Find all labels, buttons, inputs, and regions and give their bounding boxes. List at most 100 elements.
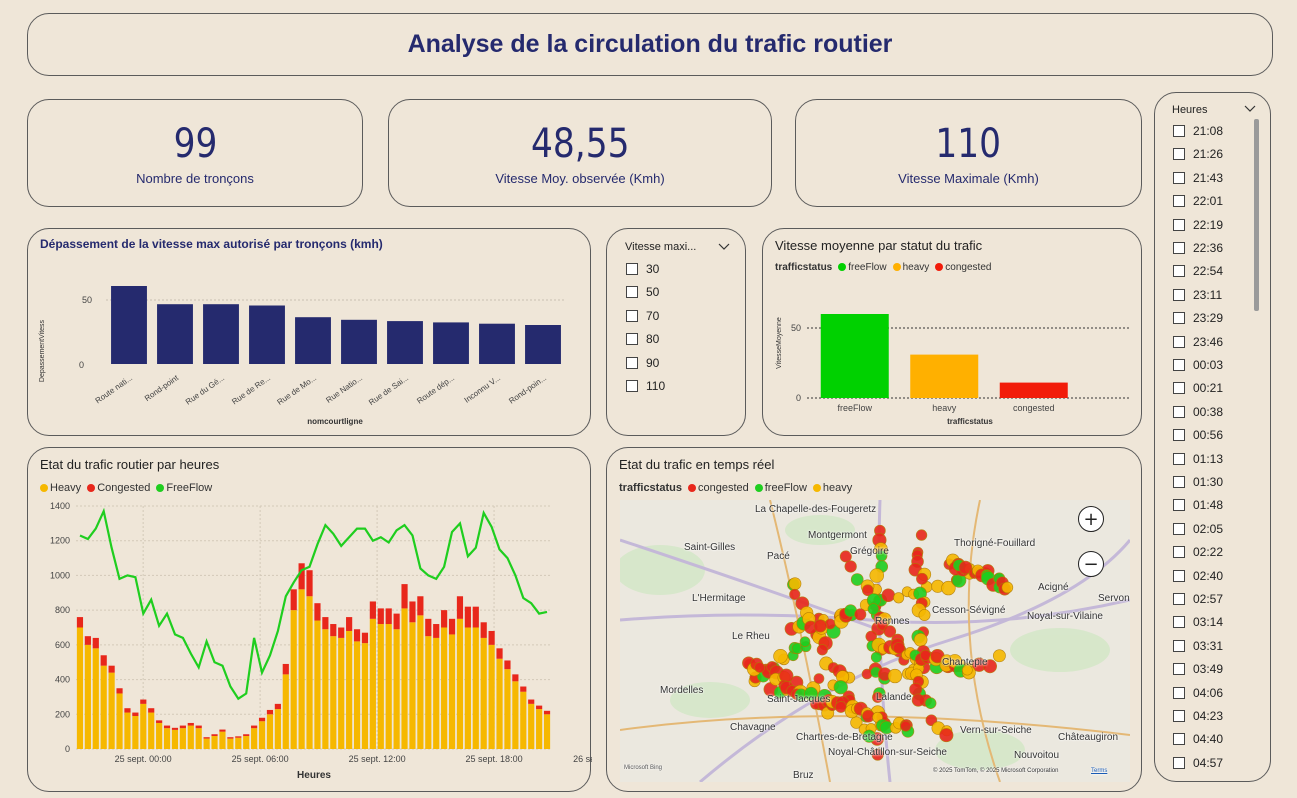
heures-slicer[interactable]: Heures 21:08 21:26 21:43 22:01 22:19 22:36 22:… bbox=[1154, 92, 1271, 782]
traffic-point[interactable] bbox=[869, 568, 885, 583]
checkbox[interactable] bbox=[1173, 195, 1185, 208]
checkbox[interactable] bbox=[1173, 265, 1185, 278]
heavy-bar[interactable] bbox=[409, 622, 416, 749]
congested-bar[interactable] bbox=[124, 708, 131, 713]
heavy-bar[interactable] bbox=[211, 735, 218, 749]
hour-option[interactable]: 03:14 bbox=[1173, 615, 1223, 629]
checkbox[interactable] bbox=[626, 380, 638, 392]
heavy-bar[interactable] bbox=[480, 637, 487, 749]
vitesse-max-slicer[interactable]: Vitesse maxi... 30 50 70 80 90 110 bbox=[606, 228, 746, 436]
terms-link[interactable]: Terms bbox=[1091, 768, 1107, 774]
checkbox[interactable] bbox=[1173, 359, 1185, 371]
heavy-bar[interactable] bbox=[417, 615, 424, 749]
bar[interactable] bbox=[203, 304, 239, 364]
heavy-bar[interactable] bbox=[156, 722, 163, 749]
congested-bar[interactable] bbox=[227, 737, 234, 739]
zoom-out-button[interactable]: − bbox=[1078, 551, 1104, 577]
hour-option[interactable]: 02:40 bbox=[1173, 569, 1223, 583]
checkbox[interactable] bbox=[1173, 546, 1185, 559]
heavy-bar[interactable] bbox=[148, 712, 155, 749]
bar[interactable] bbox=[157, 304, 193, 364]
congested-bar[interactable] bbox=[266, 709, 274, 715]
checkbox[interactable] bbox=[1173, 148, 1185, 161]
hour-option[interactable]: 00:56 bbox=[1173, 428, 1223, 442]
congested-bar[interactable] bbox=[409, 601, 416, 623]
heavy-bar[interactable] bbox=[353, 641, 361, 749]
checkbox[interactable] bbox=[626, 263, 638, 275]
heavy-bar[interactable] bbox=[84, 644, 91, 749]
bar[interactable] bbox=[525, 325, 561, 364]
heavy-bar[interactable] bbox=[100, 665, 107, 749]
checkbox[interactable] bbox=[1173, 756, 1185, 769]
heavy-bar[interactable] bbox=[203, 738, 210, 749]
traffic-point[interactable] bbox=[835, 701, 847, 713]
traffic-point[interactable] bbox=[924, 697, 937, 709]
hour-option[interactable]: 04:23 bbox=[1173, 709, 1223, 723]
heavy-bar[interactable] bbox=[282, 674, 289, 749]
congested-bar[interactable] bbox=[417, 596, 424, 616]
checkbox[interactable] bbox=[1173, 382, 1185, 395]
checkbox[interactable] bbox=[1173, 242, 1185, 254]
checkbox[interactable] bbox=[1173, 710, 1185, 722]
checkbox[interactable] bbox=[1173, 312, 1185, 325]
congested-bar[interactable] bbox=[243, 734, 250, 736]
heavy-bar[interactable] bbox=[92, 648, 99, 749]
hour-option[interactable]: 21:26 bbox=[1173, 147, 1223, 161]
congested-bar[interactable] bbox=[369, 601, 376, 619]
checkbox[interactable] bbox=[1173, 593, 1185, 605]
congested-bar[interactable] bbox=[108, 665, 115, 673]
traffic-point[interactable] bbox=[939, 728, 954, 743]
heavy-bar[interactable] bbox=[258, 721, 266, 749]
hour-option[interactable]: 04:40 bbox=[1173, 732, 1223, 746]
congested-bar[interactable] bbox=[488, 630, 495, 645]
congested-bar[interactable] bbox=[290, 589, 297, 611]
traffic-point[interactable] bbox=[813, 619, 827, 633]
hour-option[interactable]: 02:57 bbox=[1173, 592, 1223, 606]
checkbox[interactable] bbox=[1173, 429, 1185, 442]
congested-bar[interactable] bbox=[425, 618, 432, 637]
heavy-bar[interactable] bbox=[227, 738, 234, 749]
checkbox[interactable] bbox=[1173, 733, 1185, 746]
congested-bar[interactable] bbox=[520, 686, 527, 692]
heavy-bar[interactable] bbox=[401, 608, 408, 749]
congested-bar[interactable] bbox=[282, 663, 289, 675]
congested-bar[interactable] bbox=[84, 636, 91, 645]
heavy-bar[interactable] bbox=[179, 728, 186, 749]
traffic-point[interactable] bbox=[992, 649, 1006, 663]
congested-bar[interactable] bbox=[377, 608, 384, 625]
congested-bar[interactable] bbox=[338, 627, 345, 638]
hour-option[interactable]: 01:48 bbox=[1173, 498, 1223, 512]
congested-bar[interactable] bbox=[464, 606, 471, 628]
congested-bar[interactable] bbox=[140, 699, 147, 704]
hour-option[interactable]: 23:46 bbox=[1173, 335, 1223, 349]
heavy-bar[interactable] bbox=[235, 737, 242, 749]
bar[interactable] bbox=[295, 317, 331, 364]
heavy-bar[interactable] bbox=[140, 703, 147, 749]
congested-bar[interactable] bbox=[504, 660, 511, 670]
traffic-point[interactable] bbox=[816, 644, 828, 656]
heavy-bar[interactable] bbox=[274, 709, 281, 749]
congested-bar[interactable] bbox=[274, 703, 281, 710]
congested-bar[interactable] bbox=[536, 705, 543, 710]
traffic-point[interactable] bbox=[887, 668, 903, 684]
congested-bar[interactable] bbox=[163, 725, 171, 729]
heavy-bar[interactable] bbox=[132, 716, 139, 749]
traffic-point[interactable] bbox=[915, 529, 928, 541]
traffic-point[interactable] bbox=[918, 609, 931, 621]
traffic-map[interactable]: La Chapelle-des-Fougeretz Montgermont Sain… bbox=[620, 500, 1130, 782]
speed-option[interactable]: 70 bbox=[626, 309, 659, 323]
heavy-bar[interactable] bbox=[243, 735, 250, 749]
congested-bar[interactable] bbox=[456, 596, 464, 619]
congested-bar[interactable] bbox=[353, 629, 361, 642]
congested-bar[interactable] bbox=[219, 729, 226, 732]
heavy-bar[interactable] bbox=[377, 624, 384, 749]
heavy-bar[interactable] bbox=[520, 691, 527, 749]
congested-bar[interactable] bbox=[148, 708, 155, 713]
congested-bar[interactable] bbox=[496, 648, 503, 659]
congested-bar[interactable] bbox=[92, 637, 99, 649]
hour-option[interactable]: 22:54 bbox=[1173, 264, 1223, 278]
speed-option[interactable]: 30 bbox=[626, 262, 659, 276]
checkbox[interactable] bbox=[626, 309, 638, 322]
heavy-bar[interactable] bbox=[361, 643, 369, 749]
congested-bar[interactable] bbox=[203, 737, 210, 739]
